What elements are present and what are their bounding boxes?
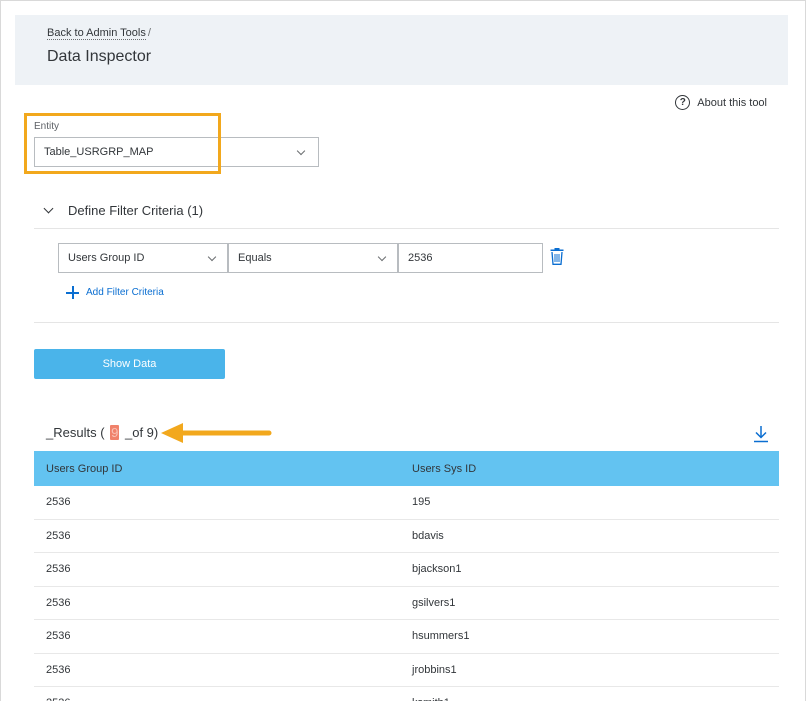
cell-users-sys-id: 195 (412, 496, 431, 509)
results-current-highlight: 9 (110, 425, 120, 440)
entity-label: Entity (34, 121, 60, 132)
filter-divider-top (34, 228, 779, 229)
show-data-button[interactable]: Show Data (34, 349, 225, 379)
chevron-down-icon (207, 252, 217, 262)
cell-users-group-id: 2536 (46, 596, 71, 609)
cell-users-sys-id: bjackson1 (412, 563, 462, 576)
results-prefix: _Results ( (46, 425, 109, 440)
arrow-left-annotation-icon (161, 423, 272, 443)
filter-operator-value: Equals (238, 252, 272, 264)
cell-users-group-id: 2536 (46, 529, 71, 542)
cell-users-sys-id: gsilvers1 (412, 596, 456, 609)
cell-users-sys-id: jrobbins1 (412, 663, 457, 676)
plus-icon (66, 286, 79, 299)
breadcrumb: Back to Admin Tools / (47, 27, 151, 40)
add-filter-label: Add Filter Criteria (86, 287, 164, 298)
entity-select-value: Table_USRGRP_MAP (44, 146, 154, 158)
help-circle-icon: ? (675, 95, 691, 110)
results-table: Users Group ID Users Sys ID 2536 195 253… (34, 451, 779, 701)
trash-icon[interactable] (550, 248, 564, 265)
filter-value-input[interactable]: 2536 (398, 243, 543, 273)
add-filter-criteria-link[interactable]: Add Filter Criteria (66, 286, 164, 299)
page-title: Data Inspector (47, 48, 152, 65)
cell-users-group-id: 2536 (46, 496, 71, 509)
table-row[interactable]: 2536 bjackson1 (34, 553, 779, 587)
column-header-users-sys-id[interactable]: Users Sys ID (400, 463, 779, 475)
cell-users-sys-id: hsummers1 (412, 630, 470, 643)
breadcrumb-separator: / (147, 27, 151, 39)
table-row[interactable]: 2536 jrobbins1 (34, 653, 779, 687)
back-to-admin-tools-link[interactable]: Back to Admin Tools (47, 27, 146, 40)
define-filter-criteria-toggle[interactable]: Define Filter Criteria (1) (43, 203, 204, 218)
filter-toggle-label: Define Filter Criteria (1) (68, 203, 204, 218)
table-row[interactable]: 2536 gsilvers1 (34, 586, 779, 620)
filter-divider-bottom (34, 322, 779, 323)
cell-users-sys-id: bdavis (412, 529, 444, 542)
cell-users-group-id: 2536 (46, 563, 71, 576)
filter-field-select[interactable]: Users Group ID (58, 243, 228, 273)
download-icon[interactable] (753, 425, 769, 443)
table-row[interactable]: 2536 hsummers1 (34, 620, 779, 654)
page-header: Back to Admin Tools / Data Inspector (15, 15, 788, 85)
chevron-down-icon (296, 146, 306, 156)
table-header: Users Group ID Users Sys ID (34, 451, 779, 486)
filter-operator-select[interactable]: Equals (228, 243, 398, 273)
table-row[interactable]: 2536 ksmith1 (34, 687, 779, 701)
cell-users-group-id: 2536 (46, 663, 71, 676)
chevron-down-icon (377, 252, 387, 262)
about-label: About this tool (697, 96, 767, 109)
chevron-down-icon (43, 203, 54, 214)
table-row[interactable]: 2536 bdavis (34, 519, 779, 553)
cell-users-group-id: 2536 (46, 630, 71, 643)
filter-value-text: 2536 (408, 252, 433, 264)
cell-users-sys-id: ksmith1 (400, 697, 779, 701)
about-this-tool-link[interactable]: ? About this tool (675, 95, 767, 110)
table-row[interactable]: 2536 195 (34, 486, 779, 520)
filter-field-value: Users Group ID (68, 252, 145, 264)
results-suffix: _of 9) (121, 425, 159, 440)
cell-users-group-id: 2536 (34, 697, 400, 701)
entity-select[interactable]: Table_USRGRP_MAP (34, 137, 319, 167)
column-header-users-group-id[interactable]: Users Group ID (34, 463, 400, 475)
results-count: _Results ( 9 _of 9) (46, 425, 158, 440)
app-frame: Back to Admin Tools / Data Inspector ? Ab… (0, 0, 806, 701)
